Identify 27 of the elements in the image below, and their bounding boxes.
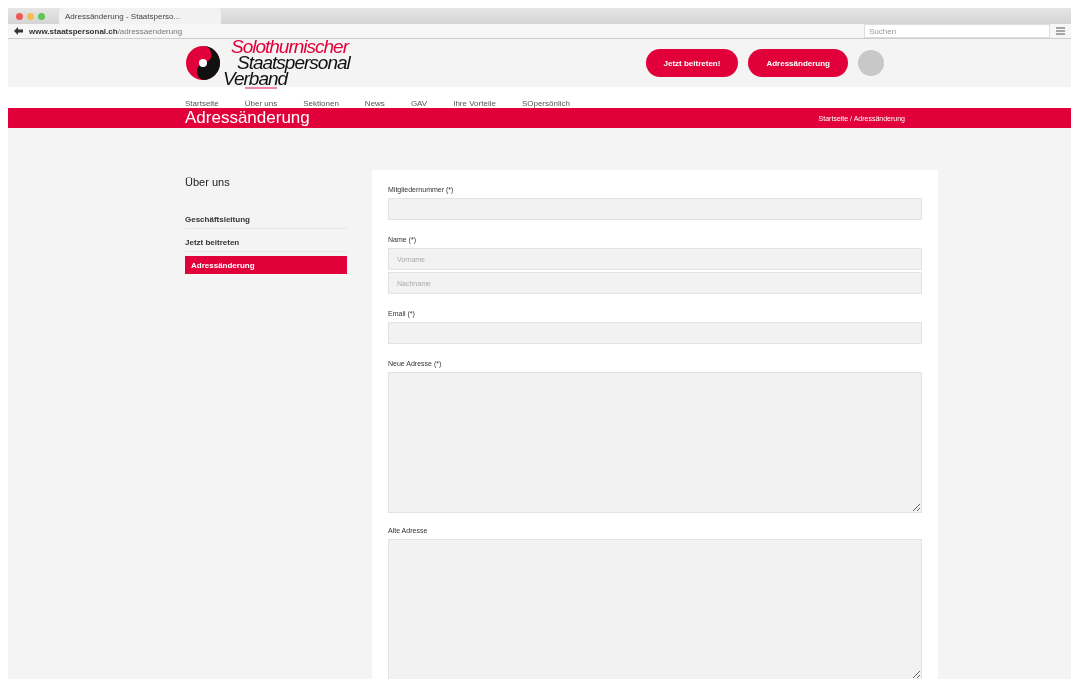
nav-link[interactable]: Sektionen [303,87,339,108]
header-button[interactable]: Jetzt beitreten! [645,49,739,77]
close-window-icon[interactable] [16,12,23,20]
menu-icon[interactable] [1056,27,1065,35]
nav-link[interactable]: GAV [410,87,428,108]
browser-tab[interactable]: Adressänderung - Staatsperso... [59,8,221,24]
text-area[interactable] [388,372,922,513]
sidebar-item[interactable]: Geschäftsleitung [185,210,347,229]
sidebar-item[interactable]: Adressänderung [185,256,347,274]
input-field[interactable] [388,198,922,220]
avatar[interactable] [858,50,884,76]
maximize-window-icon[interactable] [38,12,45,20]
minimize-window-icon[interactable] [27,12,34,20]
sidebar-item[interactable]: Jetzt beitreten [185,233,347,252]
nav-link[interactable]: SOpersönlich [521,87,570,108]
text-area[interactable] [388,539,922,679]
nav-link[interactable]: News [364,87,385,108]
logo[interactable]: Solothurnischer Staatspersonal Verband [185,39,350,87]
page-title: Adressänderung [185,108,310,128]
input-field[interactable] [388,322,922,344]
nav-link[interactable]: Startseite [185,87,219,108]
logo-icon [185,45,221,81]
sidebar-title: Über uns [185,176,231,188]
url-field[interactable]: www.staatspersonal.ch/adressaenderung [29,26,858,36]
back-icon[interactable] [14,27,23,35]
nav-link[interactable]: Ihre Vorteile [453,87,496,108]
header-button[interactable]: Adressänderung [748,49,848,77]
